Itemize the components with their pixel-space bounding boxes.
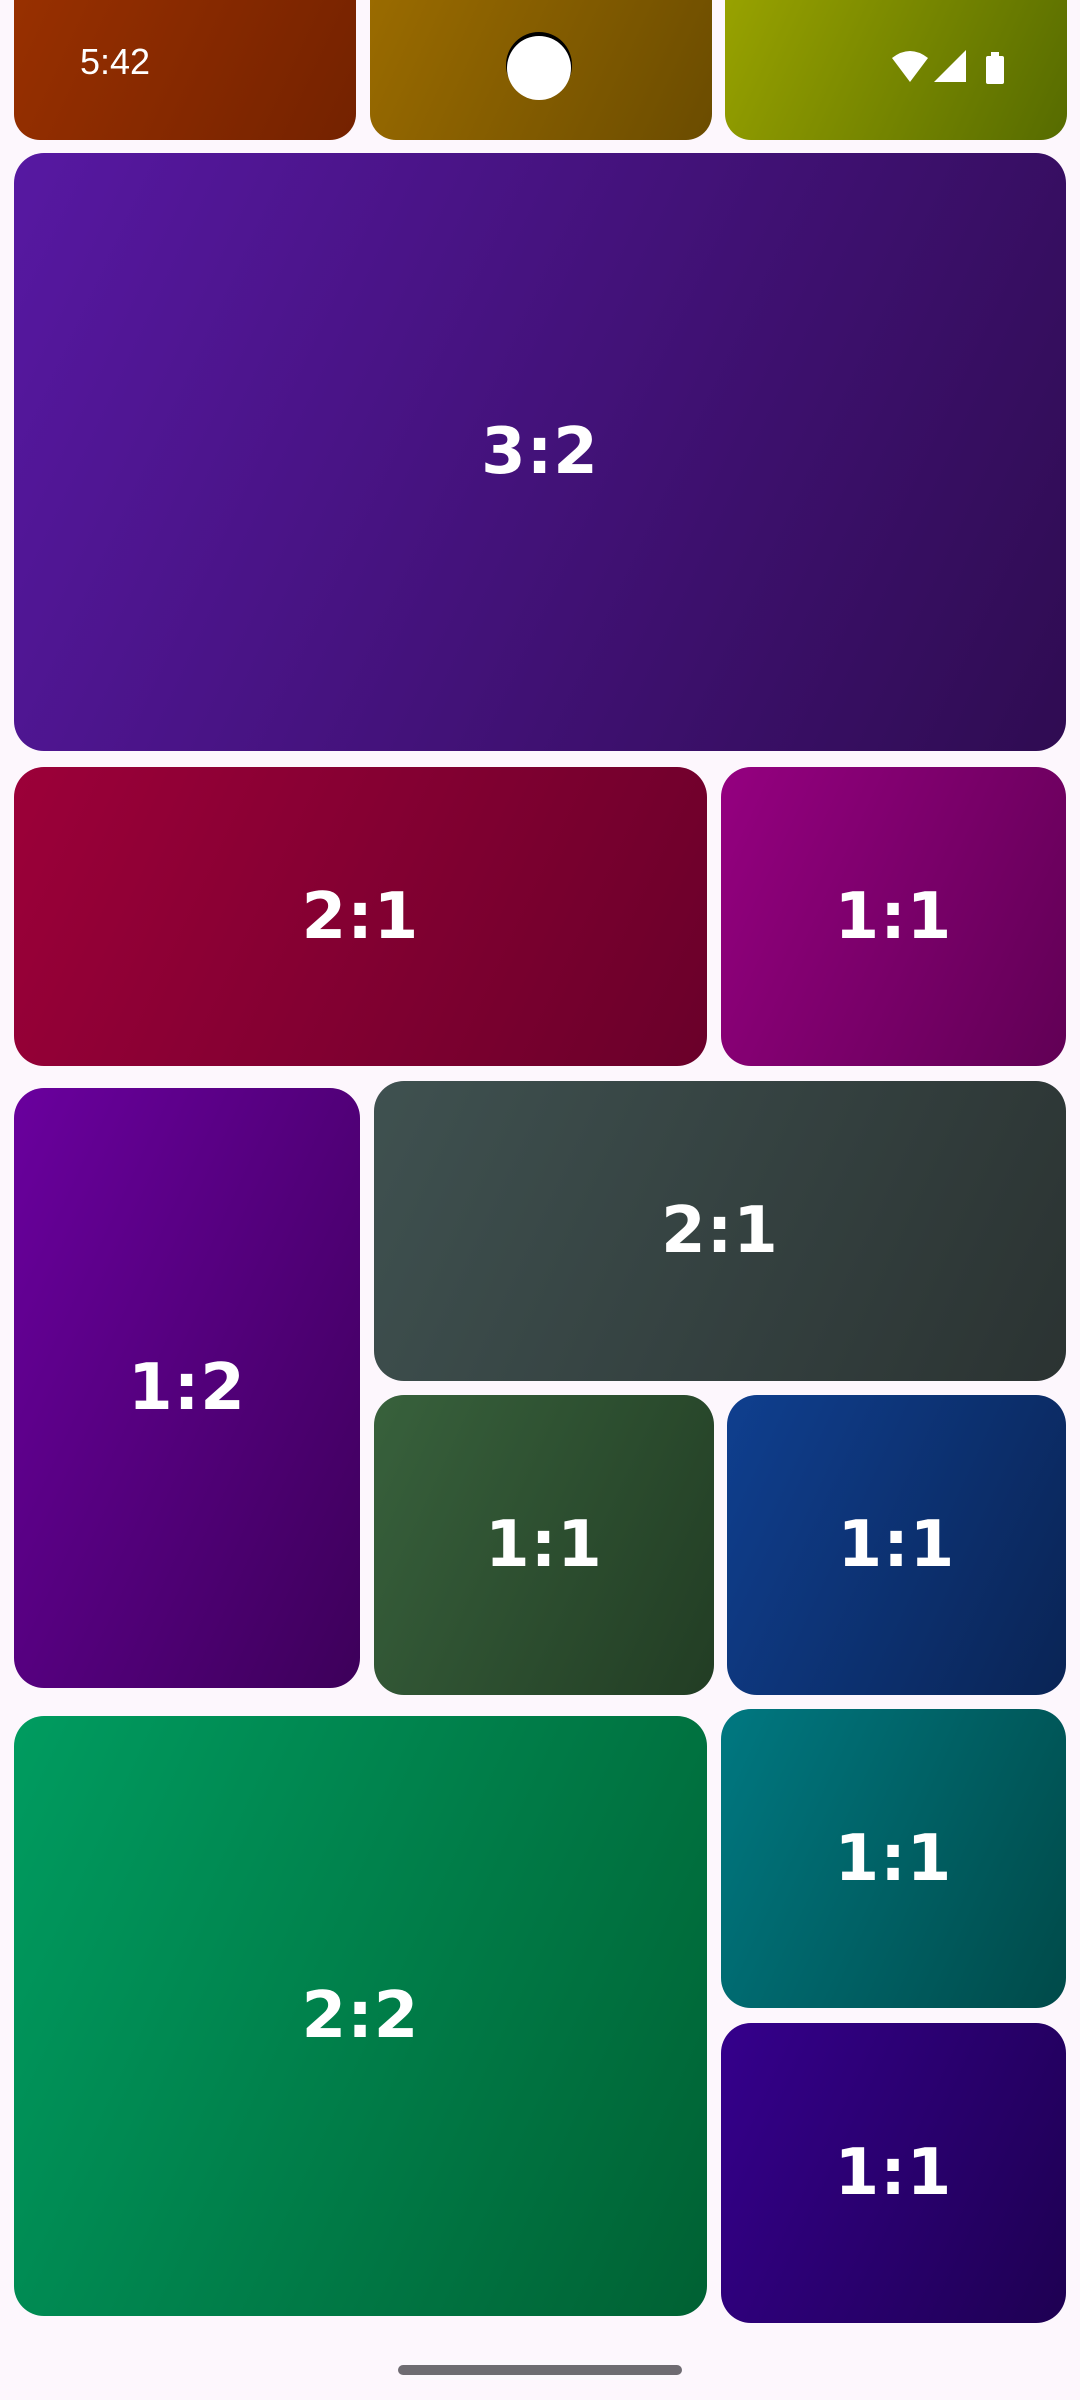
tile-1-1-e[interactable]: 1:1 — [721, 2023, 1066, 2323]
tile-2-1-b[interactable]: 2:1 — [374, 1081, 1066, 1381]
camera-cutout — [507, 36, 571, 100]
tile-2-1-a[interactable]: 2:1 — [14, 767, 707, 1066]
tile-label: 2:2 — [301, 1979, 420, 2053]
tile-2-2[interactable]: 2:2 — [14, 1716, 707, 2316]
status-time: 5:42 — [80, 41, 151, 82]
cellular-signal-icon — [934, 50, 966, 82]
tile-label: 1:1 — [834, 879, 953, 954]
tile-label: 1:2 — [128, 1351, 246, 1425]
wifi-icon — [892, 51, 928, 82]
tile-label: 1:1 — [837, 1508, 956, 1582]
tile-3-2[interactable]: 3:2 — [14, 153, 1066, 751]
battery-icon — [986, 52, 1004, 84]
tile-1-1-c[interactable]: 1:1 — [727, 1395, 1066, 1695]
tile-1-1-d[interactable]: 1:1 — [721, 1709, 1066, 2008]
gesture-nav-handle[interactable] — [398, 2365, 682, 2375]
status-icons — [890, 48, 1010, 88]
tile-1-1-b[interactable]: 1:1 — [374, 1395, 714, 1695]
tile-label: 1:1 — [834, 1821, 953, 1896]
tile-label: 1:1 — [834, 2136, 953, 2210]
top-tile-left[interactable] — [14, 0, 356, 140]
tile-label: 2:1 — [301, 879, 420, 954]
tile-label: 2:1 — [661, 1194, 779, 1268]
tile-1-2[interactable]: 1:2 — [14, 1088, 360, 1688]
tile-label: 1:1 — [485, 1508, 603, 1582]
tile-1-1-a[interactable]: 1:1 — [721, 767, 1066, 1066]
tile-label: 3:2 — [481, 415, 599, 489]
